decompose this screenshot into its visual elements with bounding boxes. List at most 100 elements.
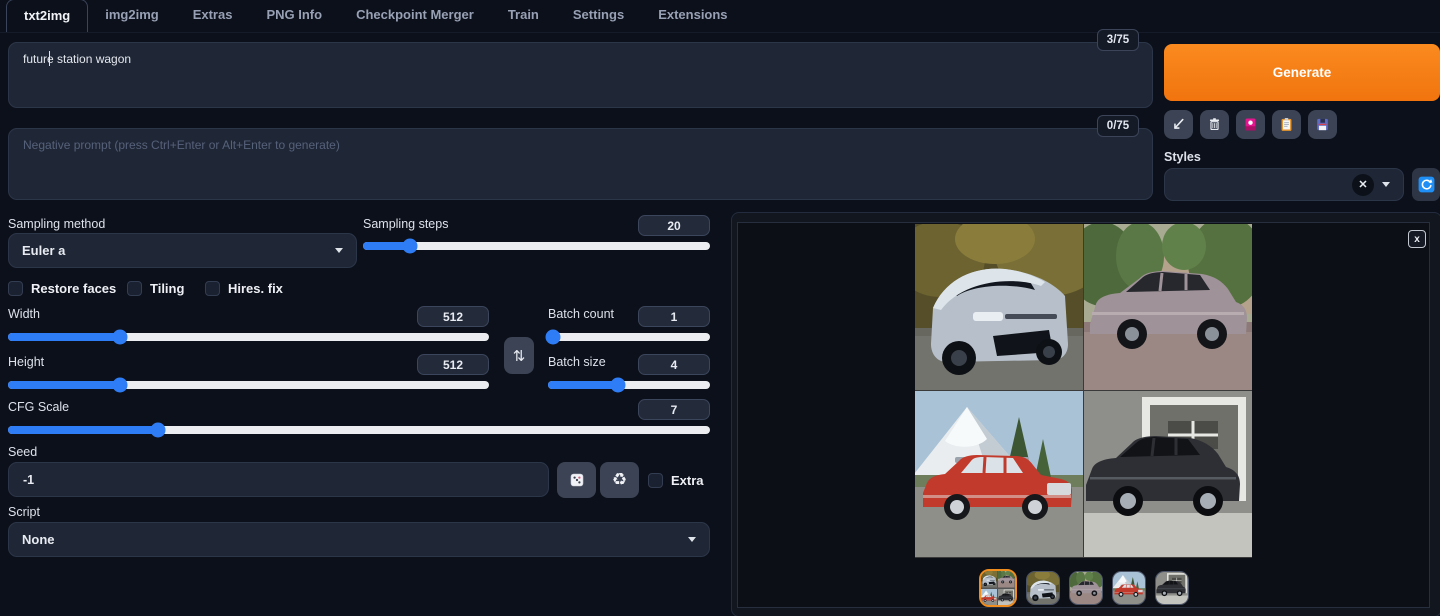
negative-prompt-input[interactable] xyxy=(8,128,1153,200)
tab-settings[interactable]: Settings xyxy=(556,0,641,32)
clear-prompt-button[interactable] xyxy=(1200,110,1229,139)
tab-checkpoint-merger[interactable]: Checkpoint Merger xyxy=(339,0,491,32)
top-nav-tabs: txt2img img2img Extras PNG Info Checkpoi… xyxy=(0,0,1440,33)
save-style-floppy-icon xyxy=(1317,118,1328,131)
width-value[interactable]: 512 xyxy=(417,306,489,327)
seed-label: Seed xyxy=(8,445,38,459)
slider-track xyxy=(548,333,710,341)
restore-faces-label: Restore faces xyxy=(31,281,117,296)
thumbnail-image-3[interactable] xyxy=(1111,571,1146,605)
generated-image-4[interactable] xyxy=(1084,391,1252,557)
chevron-down-icon xyxy=(688,537,696,542)
width-label: Width xyxy=(8,307,40,321)
clipboard-icon xyxy=(1281,117,1292,131)
checkbox-box[interactable] xyxy=(8,281,23,296)
paste-generation-params-button[interactable] xyxy=(1164,110,1193,139)
slider-handle[interactable] xyxy=(150,422,166,438)
extra-label: Extra xyxy=(671,473,704,488)
chevron-down-icon xyxy=(335,248,343,253)
sampling-method-dropdown[interactable]: Euler a xyxy=(8,233,357,268)
thumbnail-montage[interactable] xyxy=(978,569,1017,607)
slider-fill xyxy=(8,381,121,389)
slider-fill xyxy=(548,381,618,389)
arrow-down-left-icon xyxy=(1174,118,1184,129)
script-value: None xyxy=(22,532,55,547)
sampling-steps-slider[interactable] xyxy=(363,238,710,254)
script-dropdown[interactable]: None xyxy=(8,522,710,557)
close-gallery-button[interactable]: x xyxy=(1408,230,1426,248)
batch-count-value[interactable]: 1 xyxy=(638,306,710,327)
tab-txt2img[interactable]: txt2img xyxy=(6,0,89,32)
extra-networks-card-icon xyxy=(1245,118,1256,131)
restore-faces-checkbox[interactable]: Restore faces xyxy=(8,281,116,296)
styles-clear-icon[interactable]: ✕ xyxy=(1352,173,1374,196)
sampling-steps-value[interactable]: 20 xyxy=(638,215,710,236)
cfg-scale-slider[interactable] xyxy=(8,422,710,438)
tab-extras[interactable]: Extras xyxy=(176,0,250,32)
apply-styles-button[interactable] xyxy=(1272,110,1301,139)
slider-handle[interactable] xyxy=(112,329,128,345)
refresh-icon xyxy=(1418,176,1434,193)
reuse-seed-button[interactable]: ♻ xyxy=(600,462,639,498)
height-value[interactable]: 512 xyxy=(417,354,489,375)
save-style-button[interactable] xyxy=(1308,110,1337,139)
sampling-method-label: Sampling method xyxy=(8,217,106,231)
cfg-scale-value[interactable]: 7 xyxy=(638,399,710,420)
thumbnail-image-4[interactable] xyxy=(1154,571,1189,605)
swap-arrows-icon: ⇅ xyxy=(512,347,526,365)
negative-token-counter: 0/75 xyxy=(1097,115,1139,137)
checkbox-box[interactable] xyxy=(648,473,663,488)
thumbnail-image-2[interactable] xyxy=(1068,571,1103,605)
slider-fill xyxy=(8,426,159,434)
seed-input[interactable] xyxy=(8,462,549,497)
slider-handle[interactable] xyxy=(402,238,418,254)
prompt-input[interactable]: future station wagon xyxy=(8,42,1153,108)
checkbox-box[interactable] xyxy=(127,281,142,296)
text-caret xyxy=(49,51,50,66)
generated-image-3[interactable] xyxy=(915,391,1083,557)
cfg-scale-label: CFG Scale xyxy=(8,400,70,414)
swap-width-height-button[interactable]: ⇅ xyxy=(504,337,534,374)
generated-image-2[interactable] xyxy=(1084,224,1252,390)
hires-fix-checkbox[interactable]: Hires. fix xyxy=(205,281,283,296)
recycle-icon: ♻ xyxy=(611,470,628,489)
quick-actions-row xyxy=(1164,110,1337,139)
batch-size-label: Batch size xyxy=(548,355,606,369)
thumbnail-strip xyxy=(737,569,1430,607)
batch-count-label: Batch count xyxy=(548,307,615,321)
batch-count-slider[interactable] xyxy=(545,329,710,345)
sampling-steps-label: Sampling steps xyxy=(363,217,449,231)
extra-seed-checkbox[interactable]: Extra xyxy=(648,473,704,488)
checkbox-box[interactable] xyxy=(205,281,220,296)
chevron-down-icon xyxy=(1382,182,1390,187)
refresh-styles-button[interactable] xyxy=(1412,168,1440,201)
thumbnail-image-1[interactable] xyxy=(1025,571,1060,605)
hires-fix-label: Hires. fix xyxy=(228,281,283,296)
random-seed-button[interactable] xyxy=(557,462,596,498)
generated-image-1[interactable] xyxy=(915,224,1083,390)
script-label: Script xyxy=(8,505,40,519)
tab-extensions[interactable]: Extensions xyxy=(641,0,744,32)
tab-train[interactable]: Train xyxy=(491,0,556,32)
slider-handle[interactable] xyxy=(610,377,626,393)
slider-handle[interactable] xyxy=(112,377,128,393)
tiling-label: Tiling xyxy=(150,281,185,296)
prompt-token-counter: 3/75 xyxy=(1097,29,1139,51)
height-slider[interactable] xyxy=(8,377,489,393)
tab-png-info[interactable]: PNG Info xyxy=(249,0,339,32)
slider-handle[interactable] xyxy=(545,329,561,345)
txt2img-app: txt2img img2img Extras PNG Info Checkpoi… xyxy=(0,0,1440,616)
montage-preview xyxy=(980,571,1015,605)
width-slider[interactable] xyxy=(8,329,489,345)
tab-img2img[interactable]: img2img xyxy=(88,0,175,32)
tiling-checkbox[interactable]: Tiling xyxy=(127,281,184,296)
slider-fill xyxy=(8,333,121,341)
sampling-method-value: Euler a xyxy=(22,243,66,258)
height-label: Height xyxy=(8,355,45,369)
generate-button[interactable]: Generate xyxy=(1164,44,1440,101)
styles-dropdown[interactable]: ✕ xyxy=(1164,168,1404,201)
dice-icon xyxy=(570,473,583,487)
batch-size-slider[interactable] xyxy=(548,377,710,393)
batch-size-value[interactable]: 4 xyxy=(638,354,710,375)
extra-networks-button[interactable] xyxy=(1236,110,1265,139)
